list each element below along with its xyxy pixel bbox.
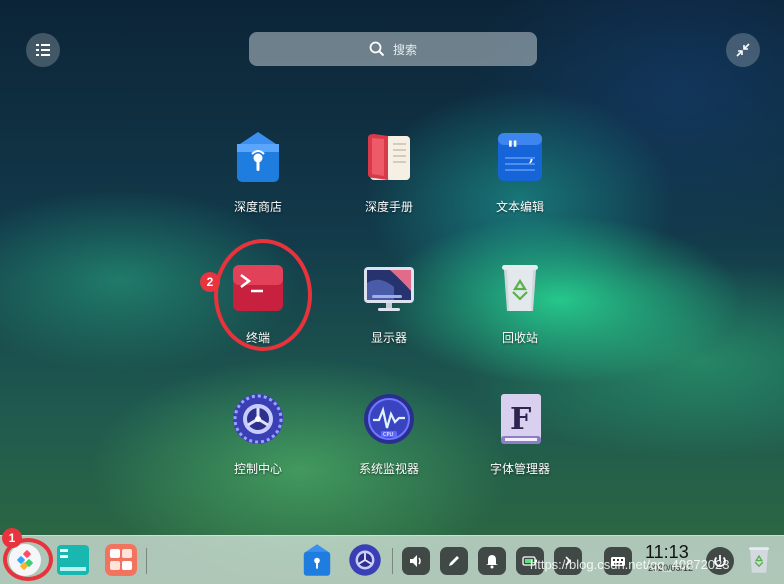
- app-label: 文本编辑: [495, 200, 544, 214]
- system-monitor-icon: CPU: [362, 392, 416, 446]
- app-store-icon: [303, 544, 331, 576]
- search-input[interactable]: 搜索: [249, 32, 537, 66]
- text-editor-icon: " ,: [493, 130, 547, 184]
- app-display[interactable]: 显示器: [339, 261, 439, 346]
- dock-trash[interactable]: [744, 543, 774, 577]
- trash-icon: [493, 261, 547, 315]
- app-label: 显示器: [370, 331, 407, 345]
- search-placeholder: 搜索: [392, 42, 417, 57]
- app-label: 回收站: [501, 331, 538, 345]
- display-icon: [362, 261, 416, 315]
- dock-divider: [392, 548, 393, 574]
- app-label: 系统监视器: [358, 462, 419, 476]
- screenshot-button[interactable]: [440, 547, 468, 575]
- bell-icon: [486, 555, 498, 569]
- app-deepin-manual[interactable]: 深度手册: [339, 130, 439, 215]
- app-font-manager[interactable]: F 字体管理器: [470, 392, 570, 477]
- step-marker-1: 1: [2, 528, 22, 548]
- exit-fullscreen-button[interactable]: [726, 33, 760, 67]
- list-icon: [36, 44, 50, 56]
- dock-app-store[interactable]: [300, 543, 334, 577]
- notification-button[interactable]: [478, 547, 506, 575]
- app-label: 深度商店: [233, 200, 282, 214]
- workspace-icon: [105, 544, 137, 576]
- volume-icon: [410, 555, 421, 567]
- manual-icon: [362, 130, 416, 184]
- pen-icon: [449, 556, 459, 566]
- app-text-editor[interactable]: " , 文本编辑: [470, 130, 570, 215]
- dock-divider: [146, 548, 147, 574]
- highlight-ring-terminal: [214, 239, 312, 351]
- control-center-icon: [349, 544, 381, 576]
- multitask-view-icon: [57, 545, 89, 575]
- svg-text:": ": [507, 137, 518, 163]
- shrink-icon: [736, 43, 750, 57]
- trash-icon: [749, 547, 769, 573]
- step-marker-2: 2: [200, 272, 220, 292]
- control-center-icon: [231, 392, 285, 446]
- app-control-center[interactable]: 控制中心: [208, 392, 308, 477]
- app-label: 深度手册: [364, 200, 413, 214]
- category-view-button[interactable]: [26, 33, 60, 67]
- app-label: 字体管理器: [489, 462, 550, 476]
- dock-control-center[interactable]: [348, 543, 382, 577]
- svg-text:,: ,: [529, 149, 534, 165]
- watermark: https://blog.csdn.net/qq_40872023: [530, 557, 730, 572]
- svg-text:F: F: [510, 402, 531, 437]
- search-icon: [369, 41, 385, 57]
- app-trash[interactable]: 回收站: [470, 261, 570, 346]
- app-store-icon: [231, 130, 285, 184]
- app-system-monitor[interactable]: CPU 系统监视器: [339, 392, 439, 477]
- volume-button[interactable]: [402, 547, 430, 575]
- font-manager-icon: F: [493, 392, 547, 446]
- dock-multitask-view[interactable]: [56, 543, 90, 577]
- app-label: 控制中心: [233, 462, 282, 476]
- app-deepin-store[interactable]: 深度商店: [208, 130, 308, 215]
- svg-text:CPU: CPU: [383, 432, 394, 438]
- dock-workspace[interactable]: [104, 543, 138, 577]
